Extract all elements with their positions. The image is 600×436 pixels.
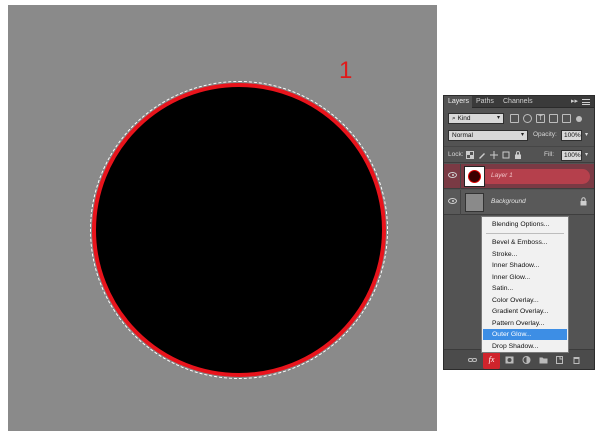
lock-artboard-icon[interactable] — [502, 151, 510, 159]
selection-outline — [90, 81, 388, 379]
blend-mode-dropdown[interactable]: Normal ▾ — [448, 130, 528, 141]
document-canvas[interactable] — [8, 5, 437, 431]
thumbnail-circle — [468, 170, 481, 183]
shape-filter-icon[interactable] — [549, 114, 558, 123]
new-layer-icon[interactable] — [555, 356, 564, 364]
filter-row: ⌕ Kind ▾ T — [444, 112, 594, 128]
layer-thumbnail[interactable] — [465, 193, 484, 212]
layer-row-background[interactable]: Background — [444, 190, 594, 215]
layer-style-menu: Blending Options... Bevel & Emboss... St… — [481, 216, 569, 353]
layer-name[interactable]: Background — [491, 198, 526, 205]
lock-pixels-icon[interactable] — [478, 151, 486, 159]
chevron-down-icon: ▾ — [520, 132, 524, 138]
menu-item-drop-shadow[interactable]: Drop Shadow... — [483, 341, 567, 352]
tab-channels[interactable]: Channels — [499, 96, 535, 108]
eye-icon[interactable] — [448, 198, 457, 204]
filter-kind-label: Kind — [457, 115, 471, 122]
opacity-input[interactable]: 100% — [561, 130, 582, 141]
menu-item-pattern-overlay[interactable]: Pattern Overlay... — [483, 318, 567, 329]
add-layer-style-button[interactable]: fx — [483, 352, 500, 369]
opacity-label: Opacity: — [533, 131, 557, 138]
menu-item-gradient-overlay[interactable]: Gradient Overlay... — [483, 306, 567, 317]
menu-item-satin[interactable]: Satin... — [483, 283, 567, 294]
lock-label: Lock: — [448, 151, 464, 158]
fill-input[interactable]: 100% — [561, 150, 582, 161]
lock-position-icon[interactable] — [490, 151, 498, 159]
link-icon[interactable] — [468, 356, 477, 364]
layer-thumbnail[interactable] — [464, 166, 485, 187]
opacity-chevron-icon[interactable]: ▾ — [585, 131, 588, 138]
blend-mode-label: Normal — [452, 132, 473, 139]
panel-tab-bar: Layers Paths Channels ▸▸ — [444, 96, 594, 108]
filter-kind-dropdown[interactable]: ⌕ Kind ▾ — [448, 113, 504, 124]
menu-item-inner-shadow[interactable]: Inner Shadow... — [483, 260, 567, 271]
visibility-column — [444, 164, 461, 189]
visibility-column — [444, 190, 461, 215]
filter-toggle-icon[interactable] — [576, 116, 582, 122]
layer-name[interactable]: Layer 1 — [491, 172, 513, 179]
menu-item-inner-glow[interactable]: Inner Glow... — [483, 272, 567, 283]
menu-item-bevel-emboss[interactable]: Bevel & Emboss... — [483, 237, 567, 248]
lock-all-icon[interactable] — [514, 151, 522, 159]
lock-transparency-icon[interactable] — [466, 151, 474, 159]
chevron-down-icon: ▾ — [496, 115, 500, 121]
tab-paths[interactable]: Paths — [472, 96, 498, 108]
menu-item-color-overlay[interactable]: Color Overlay... — [483, 295, 567, 306]
add-mask-icon[interactable] — [505, 356, 514, 364]
smart-object-filter-icon[interactable] — [562, 114, 571, 123]
collapse-arrows-icon[interactable]: ▸▸ — [571, 96, 578, 108]
menu-item-blending-options[interactable]: Blending Options... — [483, 219, 567, 230]
type-filter-icon[interactable]: T — [536, 114, 545, 123]
tab-layers[interactable]: Layers — [444, 96, 472, 108]
lock-row: Lock: Fill: 100% ▾ — [444, 146, 594, 163]
menu-separator — [486, 233, 564, 234]
eye-icon[interactable] — [448, 172, 457, 178]
panel-menu-icon[interactable] — [582, 99, 590, 105]
adjustment-filter-icon[interactable] — [523, 114, 532, 123]
fill-label: Fill: — [544, 151, 555, 158]
menu-item-stroke[interactable]: Stroke... — [483, 249, 567, 260]
blend-row: Normal ▾ Opacity: 100% ▾ — [444, 129, 594, 145]
fill-chevron-icon[interactable]: ▾ — [585, 151, 588, 158]
pixel-filter-icon[interactable] — [510, 114, 519, 123]
adjustment-layer-icon[interactable] — [522, 356, 531, 364]
trash-icon[interactable] — [572, 356, 581, 364]
lock-icon — [580, 197, 587, 206]
step-1-annotation: 1 — [339, 57, 353, 84]
group-folder-icon[interactable] — [539, 356, 548, 364]
layer-row-layer-1[interactable]: Layer 1 — [444, 164, 594, 189]
menu-item-outer-glow[interactable]: Outer Glow... — [483, 329, 567, 340]
